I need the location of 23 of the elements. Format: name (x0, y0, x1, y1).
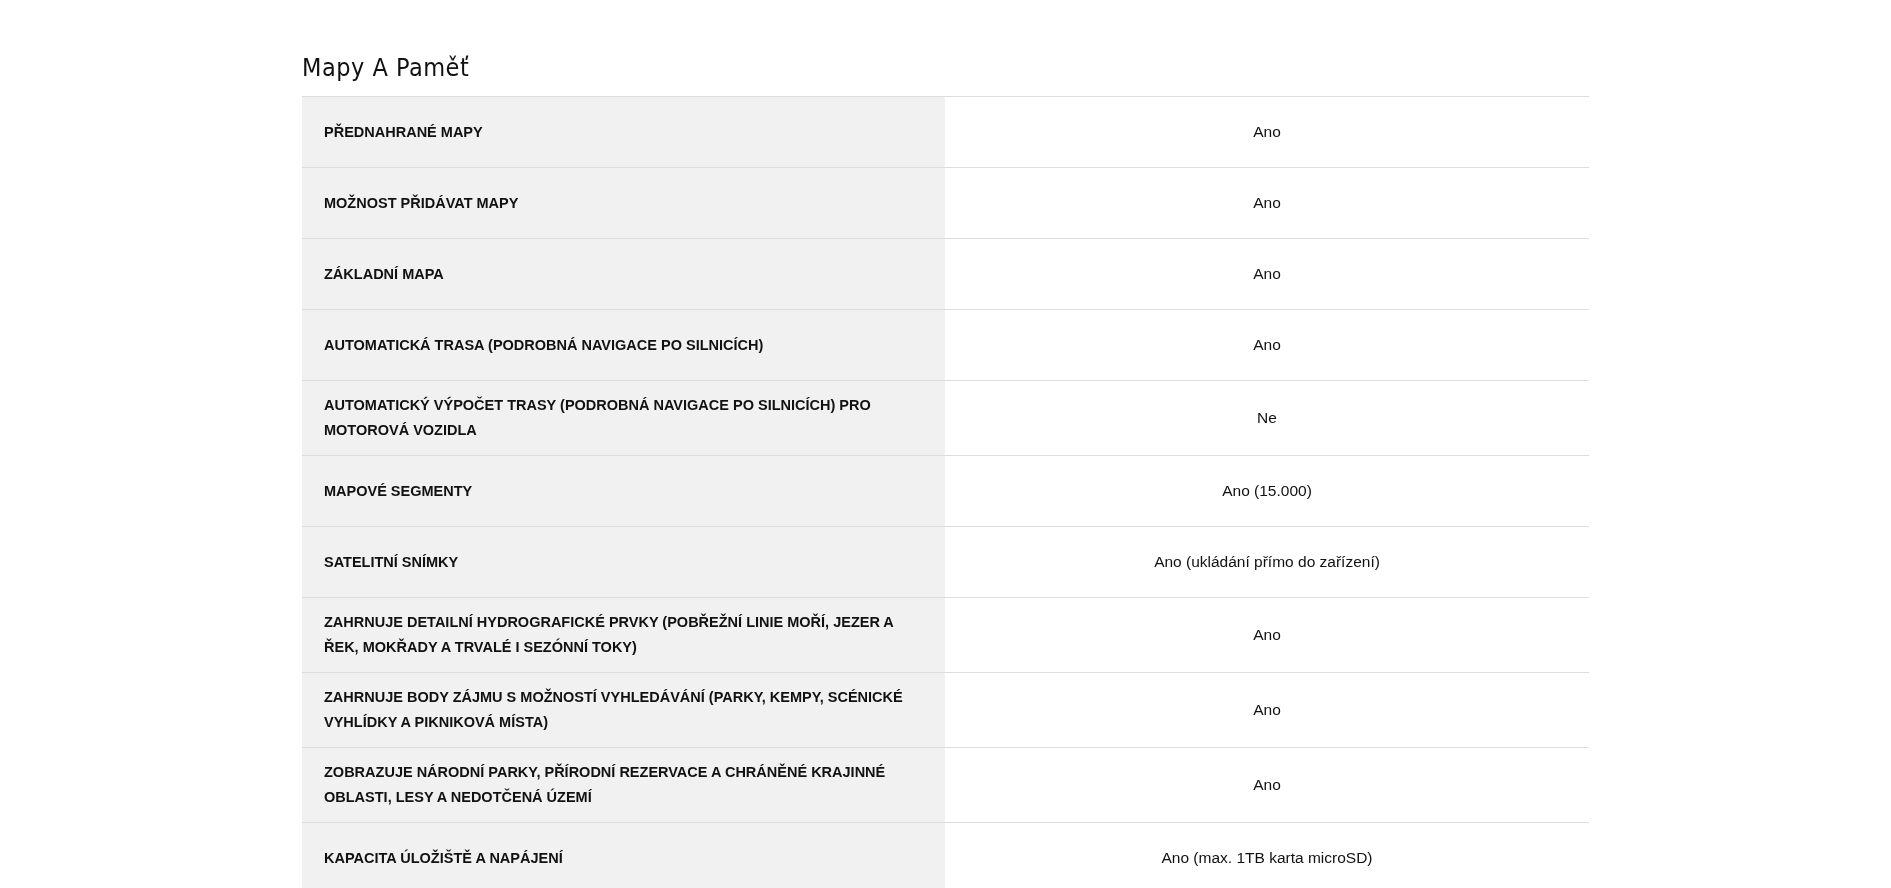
spec-value: Ano (1253, 123, 1281, 141)
spec-value: Ano (1253, 776, 1281, 794)
spec-label-cell: MOŽNOST PŘIDÁVAT MAPY (302, 168, 945, 238)
spec-label-cell: SATELITNÍ SNÍMKY (302, 527, 945, 597)
spec-value: Ne (1257, 409, 1277, 427)
spec-value: Ano (1253, 194, 1281, 212)
spec-label-cell: ZÁKLADNÍ MAPA (302, 239, 945, 309)
spec-label-cell: ZAHRNUJE DETAILNÍ HYDROGRAFICKÉ PRVKY (POBŘEŽNÍ LINIE MOŘÍ, JEZER A ŘEK, MOKŘADY A TRVALÉ I SEZÓNNÍ TOKY) (302, 598, 945, 672)
spec-label-cell: MAPOVÉ SEGMENTY (302, 456, 945, 526)
spec-label-cell: AUTOMATICKÝ VÝPOČET TRASY (PODROBNÁ NAVIGACE PO SILNICÍCH) PRO MOTOROVÁ VOZIDLA (302, 381, 945, 455)
spec-value: Ano (1253, 701, 1281, 719)
spec-value: Ano (1253, 626, 1281, 644)
spec-value: Ano (max. 1TB karta microSD) (1161, 849, 1373, 867)
spec-label-cell: ZOBRAZUJE NÁRODNÍ PARKY, PŘÍRODNÍ REZERVACE A CHRÁNĚNÉ KRAJINNÉ OBLASTI, LESY A NEDOTČENÁ ÚZEMÍ (302, 748, 945, 822)
spec-value: Ano (1253, 336, 1281, 354)
spec-label-cell: AUTOMATICKÁ TRASA (PODROBNÁ NAVIGACE PO SILNICÍCH) (302, 310, 945, 380)
spec-value: Ano (1253, 265, 1281, 283)
spec-value: Ano (15.000) (1222, 482, 1312, 500)
spec-value: Ano (ukládání přímo do zařízení) (1154, 553, 1380, 571)
spec-label-cell: KAPACITA ÚLOŽIŠTĚ A NAPÁJENÍ (302, 823, 945, 888)
section-title: Mapy A Paměť (302, 52, 471, 84)
spec-label-cell: ZAHRNUJE BODY ZÁJMU S MOŽNOSTÍ VYHLEDÁVÁNÍ (PARKY, KEMPY, SCÉNICKÉ VYHLÍDKY A PIKNIKOVÁ MÍSTA) (302, 673, 945, 747)
spec-label-cell: PŘEDNAHRANÉ MAPY (302, 97, 945, 167)
